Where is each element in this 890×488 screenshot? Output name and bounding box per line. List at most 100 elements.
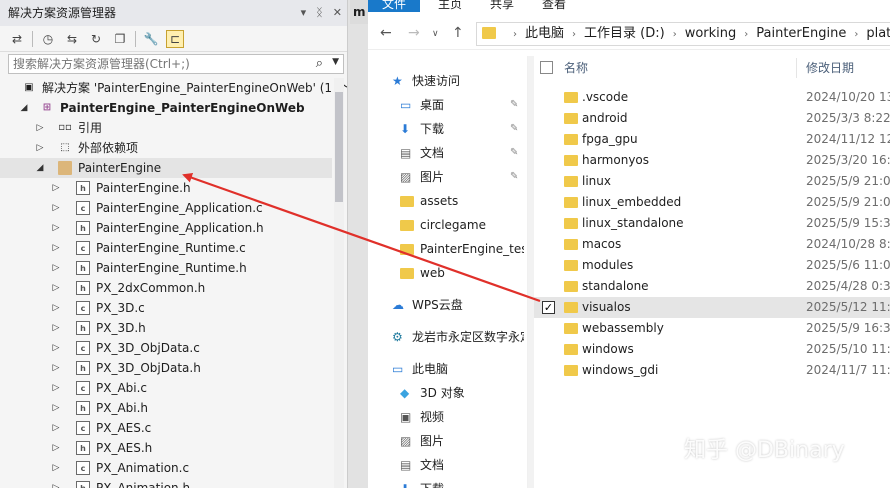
expand-arrow-icon[interactable]: ▷: [50, 338, 62, 358]
solution-search-box[interactable]: ⌕ ▼: [8, 54, 344, 74]
solution-search-input[interactable]: [9, 55, 299, 73]
expand-arrow-icon[interactable]: ▷: [50, 258, 62, 278]
expand-arrow-icon[interactable]: ▷: [50, 418, 62, 438]
column-header-date[interactable]: 修改日期: [806, 56, 854, 80]
nav-item[interactable]: ⬇ 下载 ✎: [368, 118, 528, 140]
column-divider[interactable]: [796, 58, 797, 78]
file-row[interactable]: macos 2024/10/28 8:2: [534, 234, 890, 255]
switch-views-icon[interactable]: ⇄: [8, 30, 26, 48]
tree-item[interactable]: ▷ ⬚ 外部依赖项: [0, 138, 332, 158]
ribbon-tab-file[interactable]: 文件: [368, 0, 420, 12]
tree-item[interactable]: ▷ h PX_Abi.h: [0, 398, 332, 418]
expand-arrow-icon[interactable]: ▷: [50, 398, 62, 418]
breadcrumb-work-drive[interactable]: 工作目录 (D:): [584, 26, 665, 41]
nav-item[interactable]: ▤ 文档: [368, 454, 528, 476]
sync-icon[interactable]: ⇆: [63, 30, 81, 48]
nav-item[interactable]: web: [368, 262, 528, 284]
search-icon[interactable]: ⌕: [316, 56, 323, 71]
file-row[interactable]: .vscode 2024/10/20 13: [534, 87, 890, 108]
tree-item[interactable]: ▷ c PainterEngine_Application.c: [0, 198, 332, 218]
collapse-arrow-icon[interactable]: ◢: [18, 98, 30, 118]
expand-arrow-icon[interactable]: ▷: [50, 478, 62, 488]
ribbon-tab-home[interactable]: 主页: [438, 0, 462, 12]
file-row[interactable]: windows 2025/5/10 11:3: [534, 339, 890, 360]
file-row[interactable]: fpga_gpu 2024/11/12 12: [534, 129, 890, 150]
dropdown-arrow-icon[interactable]: ▾: [301, 0, 307, 26]
file-row[interactable]: linux 2025/5/9 21:02: [534, 171, 890, 192]
tree-item[interactable]: ◢ ⊞ PainterEngine_PainterEngineOnWeb: [0, 98, 332, 118]
tree-item[interactable]: ▷ h PX_Animation.h: [0, 478, 332, 488]
expand-arrow-icon[interactable]: ▷: [50, 198, 62, 218]
expand-arrow-icon[interactable]: ▷: [50, 218, 62, 238]
up-arrow-icon[interactable]: ↑: [452, 25, 464, 41]
expand-arrow-icon[interactable]: ▷: [50, 278, 62, 298]
row-checkbox[interactable]: ✓: [542, 301, 555, 314]
tree-item[interactable]: ▷ c PX_Abi.c: [0, 378, 332, 398]
file-row[interactable]: standalone 2025/4/28 0:31: [534, 276, 890, 297]
file-row[interactable]: android 2025/3/3 8:22: [534, 108, 890, 129]
nav-item[interactable]: circlegame: [368, 214, 528, 236]
tree-item[interactable]: ▷ ▫▫ 引用: [0, 118, 332, 138]
nav-item[interactable]: ▨ 图片 ✎: [368, 166, 528, 188]
select-all-checkbox[interactable]: [540, 61, 553, 74]
expand-arrow-icon[interactable]: ▷: [50, 318, 62, 338]
nav-item[interactable]: ☁ WPS云盘: [368, 294, 528, 316]
breadcrumb-painterengine[interactable]: PainterEngine: [756, 26, 846, 41]
expand-arrow-icon[interactable]: ▷: [50, 378, 62, 398]
nav-item[interactable]: ▭ 此电脑: [368, 358, 528, 380]
tree-item[interactable]: ▷ h PX_2dxCommon.h: [0, 278, 332, 298]
expand-arrow-icon[interactable]: ▷: [50, 298, 62, 318]
file-row[interactable]: ✓ visualos 2025/5/12 11:0: [534, 297, 890, 318]
back-arrow-icon[interactable]: ←: [380, 25, 392, 41]
tree-item[interactable]: ▷ h PX_3D_ObjData.h: [0, 358, 332, 378]
nav-item[interactable]: ▨ 图片: [368, 430, 528, 452]
nav-item[interactable]: PainterEngine_test: [368, 238, 528, 260]
tree-item[interactable]: ▷ h PainterEngine.h: [0, 178, 332, 198]
breadcrumb-platform[interactable]: platfor: [866, 26, 890, 41]
tree-item[interactable]: ▷ c PainterEngine_Runtime.c: [0, 238, 332, 258]
recent-locations-chevron-icon[interactable]: ∨: [432, 29, 439, 39]
tree-item[interactable]: ▷ h PX_AES.h: [0, 438, 332, 458]
refresh-icon[interactable]: ↻: [87, 30, 105, 48]
expand-arrow-icon[interactable]: ▷: [50, 438, 62, 458]
tree-item[interactable]: ▷ h PainterEngine_Runtime.h: [0, 258, 332, 278]
file-row[interactable]: webassembly 2025/5/9 16:30: [534, 318, 890, 339]
tree-scrollbar[interactable]: [334, 78, 344, 488]
history-icon[interactable]: ◷: [39, 30, 57, 48]
pin-icon[interactable]: ✎: [510, 94, 518, 116]
nav-item[interactable]: ⚙ 龙岩市永定区数字永定: [368, 326, 528, 348]
tree-item[interactable]: ◢ PainterEngine: [0, 158, 332, 178]
file-row[interactable]: windows_gdi 2024/11/7 11:0: [534, 360, 890, 381]
forward-arrow-icon[interactable]: →: [408, 25, 420, 41]
preview-selected-icon[interactable]: ⊏: [166, 29, 184, 48]
nav-item[interactable]: ▭ 桌面 ✎: [368, 94, 528, 116]
pin-icon[interactable]: ᛝ: [316, 0, 323, 26]
file-row[interactable]: linux_standalone 2025/5/9 15:32: [534, 213, 890, 234]
tree-item[interactable]: ▷ c PX_Animation.c: [0, 458, 332, 478]
pin-icon[interactable]: ✎: [510, 142, 518, 164]
nav-item[interactable]: assets: [368, 190, 528, 212]
scrollbar-thumb[interactable]: [335, 92, 343, 202]
expand-arrow-icon[interactable]: ▷: [34, 138, 46, 158]
nav-item[interactable]: ⬇ 下载: [368, 478, 528, 488]
column-header-name[interactable]: 名称: [564, 56, 588, 80]
close-icon[interactable]: ✕: [333, 0, 342, 26]
pin-icon[interactable]: ✎: [510, 166, 518, 188]
expand-arrow-icon[interactable]: ▷: [50, 238, 62, 258]
nav-item[interactable]: ▤ 文档 ✎: [368, 142, 528, 164]
tree-item[interactable]: ▣ 解决方案 'PainterEngine_PainterEngineOnWeb'…: [0, 78, 347, 98]
breadcrumb-this-pc[interactable]: 此电脑: [525, 26, 564, 41]
ribbon-tab-view[interactable]: 查看: [542, 0, 566, 12]
search-options-dropdown-icon[interactable]: ▼: [332, 57, 339, 67]
file-row[interactable]: linux_embedded 2025/5/9 21:02: [534, 192, 890, 213]
file-row[interactable]: harmonyos 2025/3/20 16:3: [534, 150, 890, 171]
tree-item[interactable]: ▷ c PX_AES.c: [0, 418, 332, 438]
nav-item[interactable]: ◆ 3D 对象: [368, 382, 528, 404]
tree-item[interactable]: ▷ c PX_3D.c: [0, 298, 332, 318]
breadcrumb-working[interactable]: working: [685, 26, 737, 41]
pin-icon[interactable]: ✎: [510, 118, 518, 140]
file-row[interactable]: modules 2025/5/6 11:07: [534, 255, 890, 276]
expand-arrow-icon[interactable]: ▷: [34, 118, 46, 138]
expand-arrow-icon[interactable]: ▷: [50, 178, 62, 198]
nav-item[interactable]: ★ 快速访问: [368, 70, 528, 92]
